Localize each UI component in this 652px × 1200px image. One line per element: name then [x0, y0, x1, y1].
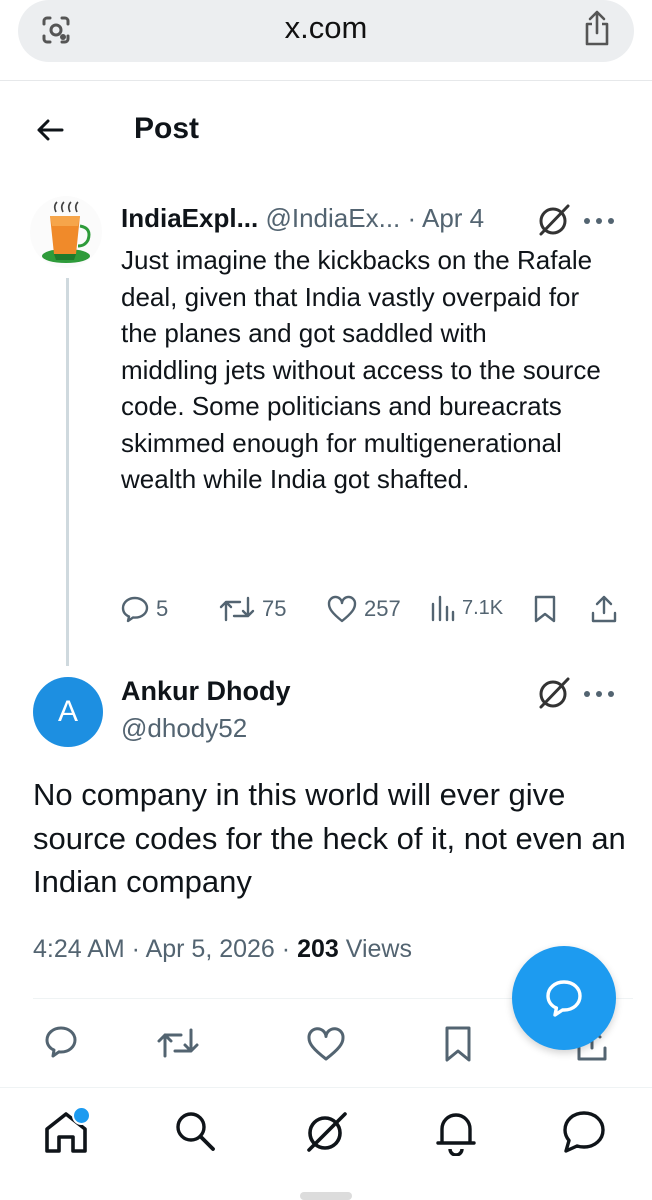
analytics-icon [430, 594, 456, 622]
notifications-icon[interactable] [434, 1108, 478, 1156]
share-icon[interactable] [582, 9, 612, 47]
like-count: 257 [364, 596, 401, 621]
views-label: Views [345, 935, 412, 963]
avatar[interactable] [30, 196, 102, 268]
url-text[interactable]: x.com [18, 10, 634, 46]
tweet-actions: 5 75 257 7.1K [120, 594, 632, 634]
separator: · [124, 935, 146, 963]
notification-dot [72, 1106, 91, 1125]
repost-button[interactable]: 75 [218, 594, 286, 624]
home-indicator [300, 1192, 352, 1200]
tweet-date[interactable]: Apr 5, 2026 [146, 935, 275, 963]
tweet-text: Just imagine the kickbacks on the Rafale… [121, 245, 601, 494]
reply-button[interactable]: 5 [120, 594, 168, 624]
repost-icon[interactable] [156, 1026, 200, 1060]
display-name[interactable]: IndiaExpl... [121, 203, 258, 233]
tweet-text: No company in this world will ever give … [33, 777, 626, 899]
tweet-header: IndiaExpl... @IndiaEx... · Apr 4 [121, 203, 484, 234]
share-tweet-button[interactable] [590, 594, 618, 624]
share-icon [590, 594, 618, 624]
divider [0, 1087, 652, 1088]
bookmark-button[interactable] [532, 594, 558, 624]
handle[interactable]: @dhody52 [121, 713, 247, 744]
grok-icon[interactable] [536, 202, 572, 238]
like-button[interactable]: 257 [326, 594, 401, 624]
heart-icon[interactable] [306, 1026, 346, 1062]
search-icon[interactable] [172, 1108, 218, 1154]
avatar[interactable]: A [33, 677, 103, 747]
thread-line [66, 278, 69, 666]
divider [0, 80, 652, 81]
heart-icon [326, 594, 358, 624]
bookmark-icon[interactable] [443, 1025, 473, 1063]
handle[interactable]: @IndiaEx... [265, 203, 400, 233]
repost-count: 75 [262, 596, 287, 621]
bookmark-icon [532, 594, 558, 624]
views-button[interactable]: 7.1K [430, 594, 503, 622]
separator: · [274, 935, 298, 963]
url-bar[interactable]: x.com [18, 0, 634, 62]
tweet-date[interactable]: Apr 4 [422, 203, 484, 233]
tweet-time[interactable]: 4:24 AM [33, 935, 125, 963]
display-name[interactable]: Ankur Dhody [121, 676, 291, 707]
views-count: 7.1K [462, 596, 504, 619]
page-title: Post [134, 112, 200, 145]
reply-icon[interactable] [43, 1024, 79, 1060]
reply-count: 5 [156, 596, 169, 621]
views-count[interactable]: 203 [297, 935, 339, 963]
separator: · [407, 203, 417, 233]
messages-icon[interactable] [560, 1108, 608, 1156]
grok-icon[interactable] [536, 675, 572, 711]
more-icon[interactable] [583, 690, 615, 698]
more-icon[interactable] [583, 217, 615, 225]
repost-icon [218, 594, 256, 624]
arrow-left-icon[interactable] [34, 114, 66, 146]
grok-icon[interactable] [302, 1108, 350, 1156]
tweet-meta: 4:24 AM · Apr 5, 2026 · 203 Views [33, 935, 412, 964]
compose-reply-button[interactable] [512, 946, 616, 1050]
bottom-nav [0, 1108, 652, 1168]
reply-icon [542, 976, 586, 1020]
reply-icon [120, 594, 150, 624]
